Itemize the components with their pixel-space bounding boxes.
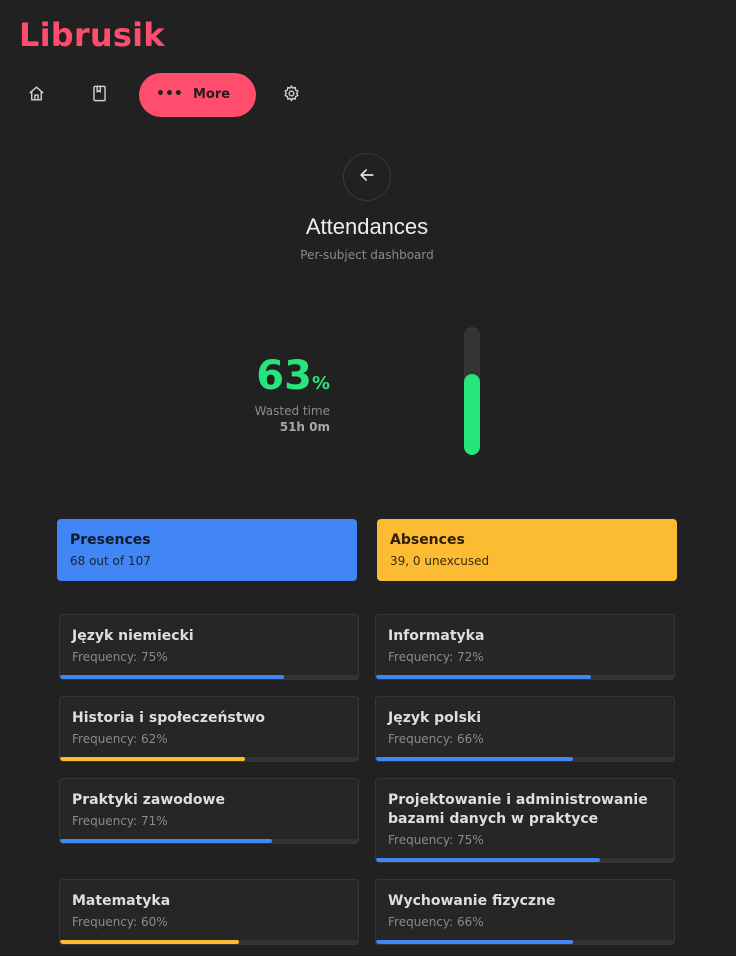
wasted-time-value: 51h 0m <box>279 420 330 434</box>
subject-card[interactable]: Język niemiecki Frequency: 75% <box>59 614 359 680</box>
app-root: Librusik ••• More Attendances Per-subjec… <box>0 0 736 956</box>
nav-settings-button[interactable] <box>269 73 313 117</box>
subject-progress-track <box>60 757 358 761</box>
nav-more-button[interactable]: ••• More <box>139 73 256 117</box>
subject-progress-fill <box>60 839 272 843</box>
attendance-gauge-fill <box>464 374 480 455</box>
absences-title: Absences <box>390 532 465 548</box>
subject-progress-fill <box>376 940 573 944</box>
presences-summary: Presences 68 out of 107 <box>57 519 357 581</box>
subject-progress-track <box>376 675 674 679</box>
subject-progress-track <box>60 675 358 679</box>
subject-name: Praktyki zawodowe <box>72 792 225 808</box>
home-icon <box>27 84 46 107</box>
subject-card[interactable]: Projektowanie i administrowanie bazami d… <box>375 778 675 863</box>
subject-frequency: Frequency: 71% <box>72 814 168 828</box>
subject-progress-track <box>376 757 674 761</box>
subject-card[interactable]: Wychowanie fizyczne Frequency: 66% <box>375 879 675 945</box>
back-button[interactable] <box>343 153 391 201</box>
subject-card[interactable]: Język polski Frequency: 66% <box>375 696 675 762</box>
app-logo[interactable]: Librusik <box>19 16 165 54</box>
presences-detail: 68 out of 107 <box>70 554 151 568</box>
subject-progress-track <box>376 858 674 862</box>
page-subtitle: Per-subject dashboard <box>300 248 434 262</box>
subject-progress-fill <box>376 858 600 862</box>
subject-name: Matematyka <box>72 893 171 909</box>
subject-card[interactable]: Praktyki zawodowe Frequency: 71% <box>59 778 359 844</box>
gear-icon <box>282 84 301 107</box>
subject-frequency: Frequency: 75% <box>388 833 484 847</box>
presences-title: Presences <box>70 532 151 548</box>
attendance-gauge <box>464 327 480 455</box>
subject-card[interactable]: Historia i społeczeństwo Frequency: 62% <box>59 696 359 762</box>
subject-frequency: Frequency: 66% <box>388 915 484 929</box>
subject-progress-fill <box>60 675 284 679</box>
absences-summary: Absences 39, 0 unexcused <box>377 519 677 581</box>
top-nav: ••• More <box>0 73 736 117</box>
subject-card[interactable]: Matematyka Frequency: 60% <box>59 879 359 945</box>
subject-progress-track <box>60 839 358 843</box>
attendance-percent: 63% <box>230 352 330 408</box>
subject-progress-track <box>376 940 674 944</box>
subject-progress-track <box>60 940 358 944</box>
subject-name: Język niemiecki <box>72 628 194 644</box>
page-title: Attendances <box>305 214 429 239</box>
absences-detail: 39, 0 unexcused <box>390 554 490 568</box>
arrow-left-icon <box>357 165 377 189</box>
subject-progress-fill <box>60 757 245 761</box>
subject-frequency: Frequency: 75% <box>72 650 168 664</box>
subject-frequency: Frequency: 72% <box>388 650 484 664</box>
nav-home-button[interactable] <box>14 73 58 117</box>
wasted-time-label: Wasted time <box>254 404 330 418</box>
subject-frequency: Frequency: 60% <box>72 915 168 929</box>
subject-name: Język polski <box>388 710 482 726</box>
nav-book-button[interactable] <box>77 73 121 117</box>
subject-name: Informatyka <box>388 628 485 644</box>
subject-frequency: Frequency: 66% <box>388 732 484 746</box>
subject-progress-fill <box>376 675 591 679</box>
subject-name: Projektowanie i administrowanie bazami d… <box>388 792 648 827</box>
attendance-percent-value: 63 <box>256 353 312 399</box>
subject-frequency: Frequency: 62% <box>72 732 168 746</box>
subject-card[interactable]: Informatyka Frequency: 72% <box>375 614 675 680</box>
subject-progress-fill <box>60 940 239 944</box>
nav-more-label: More <box>193 87 231 102</box>
subject-name: Historia i społeczeństwo <box>72 710 266 726</box>
subject-progress-fill <box>376 757 573 761</box>
subject-name: Wychowanie fizyczne <box>388 893 556 909</box>
attendance-percent-unit: % <box>311 373 330 394</box>
book-icon <box>90 84 109 107</box>
more-dots-icon: ••• <box>156 86 183 102</box>
